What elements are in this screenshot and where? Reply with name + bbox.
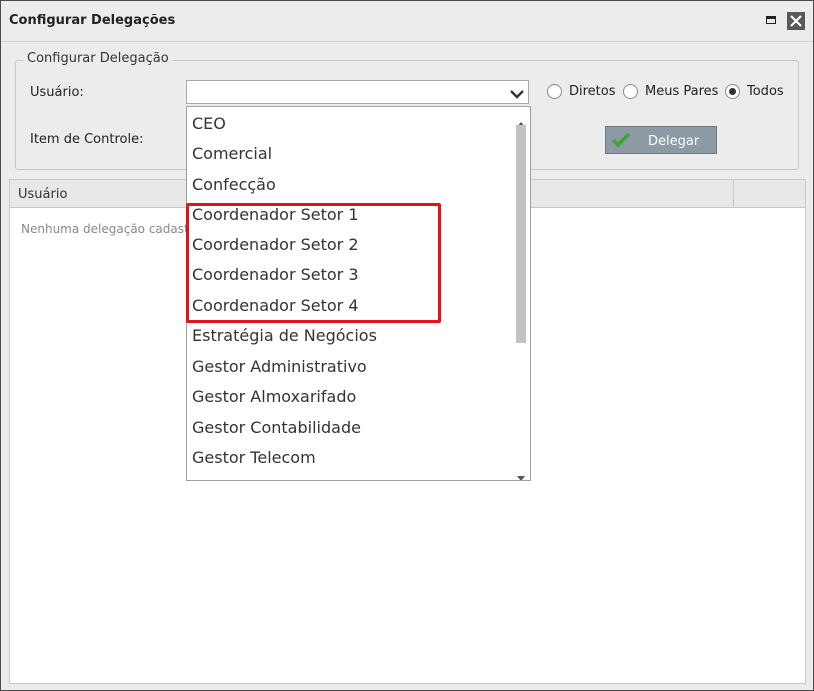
highlight-annotation-box (186, 203, 441, 323)
dropdown-option[interactable]: Gestor Administrativo (192, 357, 367, 376)
title-bar: Configurar Delegações (1, 1, 813, 42)
dropdown-option[interactable]: Estratégia de Negócios (192, 326, 377, 345)
radio-meus-pares-label[interactable]: Meus Pares (645, 84, 718, 99)
window-title: Configurar Delegações (9, 13, 176, 28)
usuario-label: Usuário: (30, 85, 84, 100)
dropdown-option[interactable]: Gestor Contabilidade (192, 418, 361, 437)
chevron-down-icon[interactable] (509, 85, 525, 104)
dropdown-option[interactable]: Gestor Almoxarifado (192, 387, 356, 406)
scrollbar-thumb[interactable] (516, 125, 526, 343)
dropdown-option[interactable]: Comercial (192, 144, 272, 163)
dropdown-scrollbar[interactable] (512, 107, 530, 480)
check-icon (611, 132, 631, 152)
delegate-button[interactable]: Delegar (605, 126, 717, 154)
radio-diretos[interactable] (547, 84, 562, 99)
maximize-icon[interactable] (766, 16, 776, 24)
column-header-usuario[interactable]: Usuário (18, 187, 67, 202)
scroll-down-icon[interactable] (517, 467, 525, 480)
close-icon[interactable] (787, 12, 805, 30)
radio-todos[interactable] (725, 84, 740, 99)
radio-meus-pares[interactable] (623, 84, 638, 99)
dropdown-option[interactable]: CEO (192, 114, 226, 133)
empty-grid-message: Nenhuma delegação cadast (21, 222, 189, 236)
dropdown-option[interactable]: Gestor Telecom (192, 448, 316, 467)
fieldset-legend: Configurar Delegação (23, 51, 173, 66)
radio-diretos-label[interactable]: Diretos (569, 84, 616, 99)
radio-todos-label[interactable]: Todos (747, 84, 784, 99)
dropdown-option[interactable]: Confecção (192, 175, 276, 194)
item-controle-label: Item de Controle: (30, 132, 144, 147)
delegate-button-label: Delegar (648, 134, 700, 149)
usuario-combobox[interactable] (186, 80, 529, 104)
column-separator (733, 180, 734, 207)
